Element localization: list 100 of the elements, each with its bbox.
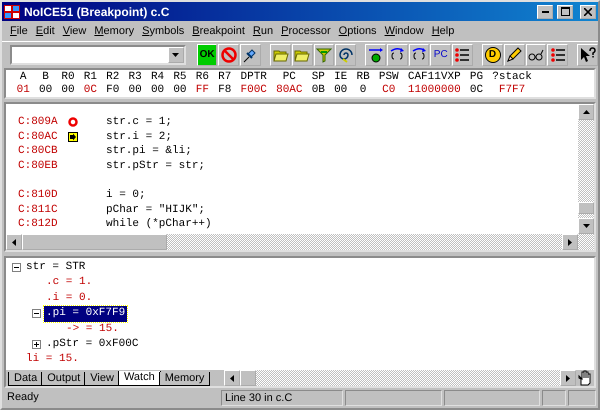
register-value: 00 (334, 84, 348, 97)
menu-item[interactable]: Options (334, 22, 381, 40)
braces-icon (411, 46, 428, 62)
scrollbar-thumb[interactable] (22, 234, 167, 250)
menu-item[interactable]: Breakpoint (188, 22, 249, 40)
horizontal-scrollbar[interactable] (224, 370, 576, 386)
scrollbar-thumb[interactable] (240, 370, 256, 386)
watch-item[interactable]: str = STR (24, 260, 88, 276)
code-line: pChar = "HIJK"; (106, 202, 206, 218)
toolbar-button[interactable] (408, 44, 430, 66)
register-value: 00 (173, 84, 187, 97)
toolbar-button[interactable] (452, 44, 473, 66)
menu-item[interactable]: Processor (277, 22, 335, 40)
watch-item[interactable]: .i = 0. (44, 290, 94, 306)
collapse-icon[interactable] (32, 309, 41, 318)
command-combo-box[interactable] (10, 44, 186, 64)
toolbar-button[interactable] (504, 44, 525, 66)
register-name: CAF11VXP (408, 71, 461, 84)
close-button[interactable] (580, 4, 596, 18)
arrow-icon (566, 374, 570, 382)
watch-item[interactable]: .pStr = 0xF00C (44, 336, 140, 352)
toolbar-button[interactable] (270, 44, 291, 66)
toolbar-button[interactable] (526, 44, 546, 66)
toolbar-button[interactable] (365, 44, 386, 66)
register-name: R6 (196, 71, 209, 84)
code-line: str.c = 1; (106, 115, 172, 130)
expand-icon[interactable] (32, 340, 41, 350)
window-title: NoICE51 (Breakpoint) c.C (24, 4, 170, 20)
spiral-icon (338, 46, 354, 62)
watch-item[interactable]: li = 15. (24, 352, 81, 368)
menu-item[interactable]: Window (380, 22, 428, 40)
register-name: ?stack (492, 71, 532, 84)
ok-button[interactable]: OK (196, 44, 218, 66)
address-text: C:809A (18, 115, 59, 130)
toolbar-button[interactable] (240, 44, 261, 66)
register-value: 00 (150, 84, 164, 97)
register-name: R3 (128, 71, 142, 84)
scrollbar-thumb[interactable] (578, 202, 594, 214)
register-name: R2 (106, 71, 120, 84)
toolbar-button[interactable] (335, 44, 356, 66)
address-text: C:810D (18, 188, 59, 203)
code-line: str.pStr = str; (106, 158, 206, 174)
horizontal-scrollbar[interactable] (6, 234, 594, 250)
address-text: C:80EB (18, 158, 59, 174)
collapse-icon[interactable] (12, 263, 21, 272)
watch-item[interactable]: -> = 15. (64, 322, 121, 337)
view-tab[interactable]: View (84, 372, 120, 386)
arrow-icon (12, 238, 16, 246)
minimize-icon (542, 10, 549, 12)
register-name: R0 (61, 71, 75, 84)
view-tab[interactable]: Data (8, 372, 44, 386)
menu-item[interactable]: View (58, 22, 90, 40)
arrow-icon (568, 238, 572, 246)
register-name: DPTR (240, 71, 267, 84)
view-tab[interactable]: Output (41, 372, 86, 386)
pc-button[interactable]: PC (430, 44, 452, 66)
register-value: F8 (218, 84, 232, 97)
pencil-icon (506, 46, 522, 62)
folder-icon (272, 48, 289, 62)
register-name: R4 (150, 71, 164, 84)
register-name: A (20, 71, 26, 84)
toolbar-button[interactable] (547, 44, 568, 66)
toolbar-button[interactable] (292, 44, 313, 66)
code-line: i = 0; (106, 188, 146, 203)
toolbar-button[interactable] (577, 44, 598, 66)
register-value: 00 (61, 84, 75, 97)
arrow-icon (582, 110, 590, 114)
register-value: 0B (312, 84, 325, 97)
toolbar-button[interactable] (387, 44, 408, 66)
d-button[interactable]: D (482, 44, 503, 66)
watch-item[interactable]: .pi = 0xF7F9 (44, 306, 128, 322)
step-into-icon (368, 46, 384, 62)
register-name: R5 (173, 71, 187, 84)
register-name: PSW (378, 71, 399, 84)
toolbar-button[interactable] (314, 44, 334, 66)
menu-item[interactable]: Memory (90, 22, 138, 40)
vertical-scrollbar[interactable] (578, 104, 594, 234)
register-value: 0 (360, 84, 366, 97)
app-icon (4, 4, 20, 18)
funnel-icon (316, 46, 332, 62)
view-tab[interactable]: Watch (118, 371, 161, 386)
status-position: Line 30 in c.C (221, 390, 343, 406)
watch-item[interactable]: .c = 1. (44, 275, 94, 291)
register-value: 00 (38, 84, 52, 97)
register-name: PG (470, 71, 484, 84)
menu-item[interactable]: Run (248, 22, 278, 40)
register-name: IE (334, 71, 348, 84)
minimize-button[interactable] (537, 4, 554, 18)
register-value: F7F7 (498, 84, 526, 97)
menu-item[interactable]: Edit (32, 22, 59, 40)
menu-item[interactable]: File (6, 22, 32, 40)
menu-item[interactable]: Symbols (138, 22, 188, 40)
register-value: 0C (84, 84, 97, 97)
view-tab[interactable]: Memory (158, 372, 210, 386)
status-message: Ready (6, 390, 40, 405)
register-name: R7 (218, 71, 232, 84)
maximize-button[interactable] (557, 4, 574, 18)
braces-icon (389, 46, 406, 62)
status-pane (542, 390, 566, 406)
menu-item[interactable]: Help (428, 22, 458, 40)
